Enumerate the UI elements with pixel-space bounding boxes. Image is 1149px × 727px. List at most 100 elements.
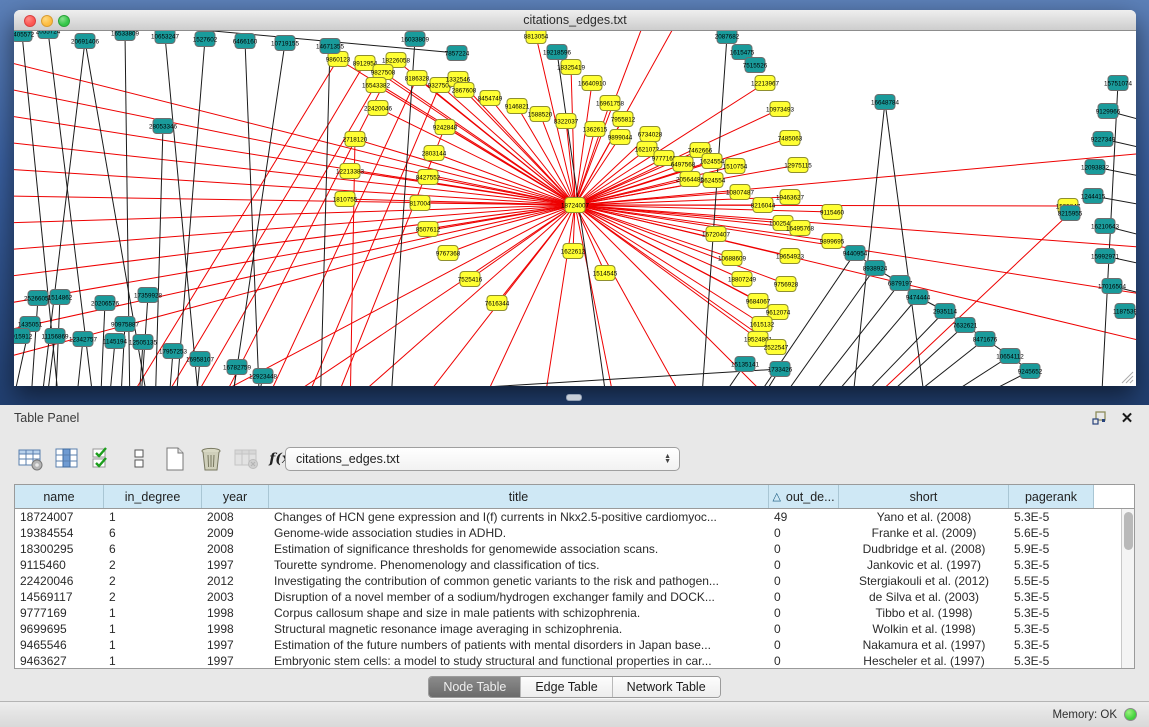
- show-columns-icon[interactable]: [52, 444, 82, 474]
- graph-node[interactable]: 16495768: [786, 221, 815, 236]
- delete-column-icon[interactable]: [232, 444, 262, 474]
- citation-edge-red[interactable]: [575, 205, 1136, 250]
- graph-node[interactable]: 22420046: [364, 101, 393, 116]
- table-row[interactable]: 1938455462009Genome-wide association stu…: [15, 525, 1134, 541]
- graph-node[interactable]: 3915912: [14, 329, 33, 344]
- graph-node[interactable]: 18724007: [561, 198, 590, 213]
- graph-node[interactable]: 1622612: [561, 244, 586, 259]
- graph-node[interactable]: 8215955: [1058, 206, 1083, 221]
- graph-node[interactable]: 6466160: [233, 34, 258, 49]
- citation-edge-red[interactable]: [14, 205, 575, 285]
- graph-node[interactable]: 10653247: [151, 31, 180, 44]
- graph-node[interactable]: 19463627: [776, 190, 805, 205]
- citation-edge-black[interactable]: [830, 311, 945, 386]
- table-row[interactable]: 946362711997Embryonic stem cells: a mode…: [15, 653, 1134, 669]
- graph-node[interactable]: 6497568: [671, 157, 696, 172]
- graph-node[interactable]: 2522547: [764, 340, 789, 355]
- memory-ok-indicator[interactable]: [1124, 708, 1137, 721]
- graph-node[interactable]: 7632621: [953, 318, 978, 333]
- graph-node[interactable]: 8454749: [478, 91, 503, 106]
- graph-node[interactable]: 8427552: [416, 170, 441, 185]
- citation-edge-red[interactable]: [14, 165, 575, 205]
- select-columns-icon[interactable]: [88, 444, 118, 474]
- graph-node[interactable]: 28053346: [149, 119, 178, 134]
- graph-node[interactable]: 2935114: [933, 304, 958, 319]
- graph-node[interactable]: 2055724: [36, 31, 61, 39]
- graph-node[interactable]: 9440954: [843, 246, 868, 261]
- graph-node[interactable]: 1510754: [723, 159, 748, 174]
- row-options-icon[interactable]: [124, 444, 154, 474]
- table-row[interactable]: 1456911722003Disruption of a novel membe…: [15, 589, 1134, 605]
- citation-edge-black[interactable]: [175, 39, 205, 386]
- citation-edge-red[interactable]: [575, 205, 1136, 350]
- graph-node[interactable]: 10688609: [718, 251, 747, 266]
- graph-node[interactable]: 7525416: [458, 272, 483, 287]
- graph-node[interactable]: 6734028: [638, 127, 663, 142]
- citation-edge-red[interactable]: [575, 205, 1068, 206]
- graph-node[interactable]: 8216044: [751, 198, 776, 213]
- graph-node[interactable]: 15135141: [731, 357, 760, 372]
- graph-node[interactable]: 1362615: [583, 122, 608, 137]
- graph-node[interactable]: 9227349: [1091, 132, 1116, 147]
- tab-node-table[interactable]: Node Table: [429, 677, 520, 697]
- graph-node[interactable]: 7485063: [778, 131, 803, 146]
- graph-node[interactable]: 6879197: [888, 276, 913, 291]
- graph-node[interactable]: 9245652: [1018, 364, 1043, 379]
- citation-edge-red[interactable]: [470, 205, 575, 386]
- graph-node[interactable]: 8322037: [554, 114, 579, 129]
- citation-edge-black[interactable]: [30, 298, 38, 386]
- graph-node[interactable]: 12213967: [751, 76, 780, 91]
- citation-edge-red[interactable]: [14, 205, 575, 255]
- graph-node[interactable]: 12505135: [129, 335, 158, 350]
- tab-network-table[interactable]: Network Table: [612, 677, 720, 697]
- graph-node[interactable]: 9129966: [1096, 104, 1121, 119]
- graph-node[interactable]: 16958107: [186, 352, 215, 367]
- graph-node[interactable]: 9899044: [608, 130, 633, 145]
- column-header-in-degree[interactable]: in_degree: [104, 485, 202, 508]
- table-row[interactable]: 946554611997Estimation of the future num…: [15, 637, 1134, 653]
- table-row[interactable]: 1830029562008Estimation of significance …: [15, 541, 1134, 557]
- graph-node[interactable]: 1145194: [103, 334, 128, 349]
- graph-node[interactable]: 1733426: [768, 362, 793, 377]
- graph-node[interactable]: 2867608: [452, 83, 477, 98]
- column-header-out-de-[interactable]: △out_de...: [769, 485, 839, 508]
- column-header-name[interactable]: name: [15, 485, 104, 508]
- graph-node[interactable]: 7616344: [485, 296, 510, 311]
- graph-node[interactable]: 1514862: [48, 290, 73, 305]
- graph-node[interactable]: 8813054: [524, 31, 549, 44]
- table-row[interactable]: 969969511998Structural magnetic resonanc…: [15, 621, 1134, 637]
- citation-edge-red[interactable]: [14, 205, 575, 375]
- graph-node[interactable]: 14671355: [316, 39, 345, 54]
- citation-edge-black[interactable]: [850, 325, 965, 386]
- citation-edge-black[interactable]: [850, 102, 885, 386]
- graph-node[interactable]: 1527602: [193, 32, 218, 47]
- graph-node[interactable]: 9115460: [820, 205, 845, 220]
- graph-node[interactable]: 16640910: [578, 76, 607, 91]
- graph-node[interactable]: 16720407: [702, 227, 731, 242]
- float-panel-icon[interactable]: [1089, 409, 1109, 427]
- graph-node[interactable]: 1405572: [14, 31, 35, 42]
- graph-node[interactable]: 9899695: [820, 234, 845, 249]
- network-canvas[interactable]: 1872400798601238912954182260589827508165…: [14, 31, 1136, 386]
- graph-node[interactable]: 10719155: [271, 36, 300, 51]
- zoom-traffic-light[interactable]: [58, 15, 70, 27]
- delete-table-icon[interactable]: [196, 444, 226, 474]
- graph-node[interactable]: 12342757: [69, 332, 98, 347]
- citation-edge-red[interactable]: [540, 205, 575, 386]
- column-header-year[interactable]: year: [202, 485, 269, 508]
- graph-node[interactable]: 9756928: [774, 277, 799, 292]
- citation-edge-red[interactable]: [14, 205, 575, 225]
- new-table-icon[interactable]: [160, 444, 190, 474]
- graph-node[interactable]: 11156869: [41, 329, 69, 344]
- graph-node[interactable]: 12975115: [784, 158, 812, 173]
- graph-node[interactable]: 90975887: [111, 317, 140, 332]
- graph-node[interactable]: 16648784: [871, 95, 900, 110]
- graph-node[interactable]: 3624554: [701, 173, 726, 188]
- graph-node[interactable]: 7857224: [445, 46, 470, 61]
- table-selector-dropdown[interactable]: citations_edges.txt ▲▼: [285, 447, 680, 471]
- column-header-title[interactable]: title: [269, 485, 769, 508]
- table-row[interactable]: 911546021997Tourette syndrome. Phenomeno…: [15, 557, 1134, 573]
- graph-node[interactable]: 15751074: [1104, 76, 1133, 91]
- graph-node[interactable]: 19218596: [543, 45, 572, 60]
- citation-edge-black[interactable]: [895, 356, 1010, 386]
